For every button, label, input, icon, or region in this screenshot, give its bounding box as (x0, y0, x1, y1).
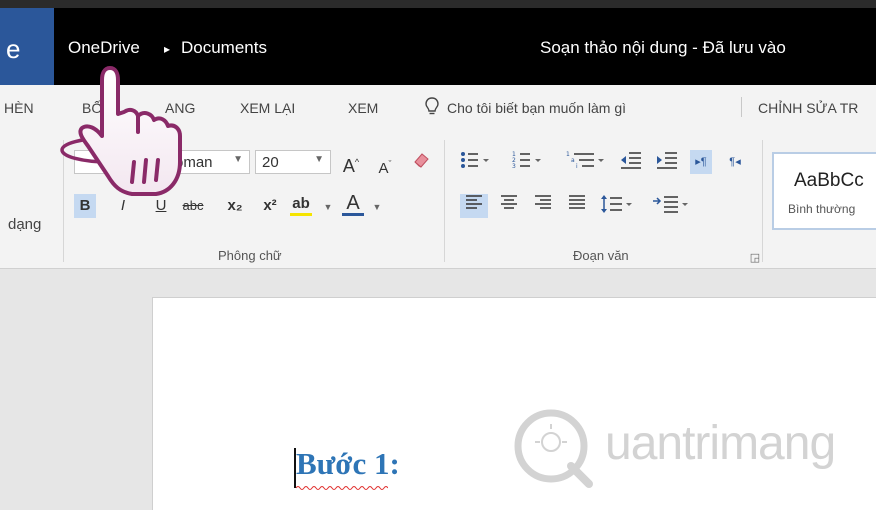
app-launcher-tile[interactable]: e (0, 8, 54, 85)
chevron-down-icon: ▼ (314, 154, 324, 165)
app-letter: e (6, 34, 21, 64)
tab-review[interactable]: XEM LẠI (240, 100, 295, 116)
tell-me-box[interactable]: Cho tôi biết bạn muốn làm gì (425, 97, 626, 117)
document-title[interactable]: Soạn thảo nội dung - Đã lưu vào (540, 38, 786, 58)
paragraph-spacing-icon (653, 196, 688, 213)
tab-view[interactable]: XEM (348, 100, 378, 116)
watermark-logo-icon (514, 409, 593, 488)
line-spacing-button[interactable] (600, 194, 634, 218)
multilevel-list-icon: 1ai (566, 151, 604, 170)
eraser-icon (414, 153, 429, 168)
grow-font-label: A (342, 156, 355, 176)
font-size-value: 20 (262, 154, 279, 171)
watermark: uantrimang (509, 404, 849, 494)
bullets-button[interactable] (460, 150, 490, 174)
decrease-indent-button[interactable] (620, 150, 642, 174)
svg-text:3: 3 (512, 163, 516, 170)
subscript-button[interactable]: x₂ (224, 194, 246, 218)
tab-edit-in-word[interactable]: CHỈNH SỬA TR (758, 100, 858, 116)
justify-icon (569, 195, 585, 209)
document-heading[interactable]: Bước 1: (296, 446, 400, 482)
hand-pointer-icon (60, 66, 182, 196)
paragraph-spacing-button[interactable] (652, 194, 692, 218)
tab-insert[interactable]: HÈN (4, 100, 34, 116)
justify-button[interactable] (566, 194, 588, 218)
spellcheck-underline (296, 486, 388, 490)
shrink-font-button[interactable]: Aˇ (374, 152, 396, 177)
grow-font-button[interactable]: A^ (340, 150, 362, 176)
paragraph-group-label: Đoạn văn (573, 248, 629, 263)
chevron-down-icon: ▼ (323, 202, 333, 212)
breadcrumb-separator-icon: ▸ (164, 42, 171, 56)
style-name: Bình thường (788, 202, 856, 216)
align-left-button[interactable] (460, 194, 488, 218)
breadcrumb-onedrive[interactable]: OneDrive (68, 38, 140, 58)
decrease-indent-icon (621, 152, 641, 169)
styles-left-label: dạng (8, 216, 42, 233)
top-strip (0, 0, 876, 8)
document-page[interactable]: Bước 1: uantrimang (152, 297, 876, 510)
superscript-button[interactable]: x² (259, 194, 281, 218)
rtl-button[interactable]: ¶◂ (724, 150, 746, 174)
style-normal[interactable]: AaBbCc Bình thường (772, 152, 876, 230)
tell-me-text: Cho tôi biết bạn muốn làm gì (447, 100, 626, 116)
multilevel-list-button[interactable]: 1ai (566, 150, 606, 174)
tab-divider (741, 97, 742, 117)
increase-indent-button[interactable] (656, 150, 678, 174)
svg-text:1: 1 (566, 151, 570, 158)
shrink-font-label: A (378, 160, 389, 177)
increase-indent-icon (657, 152, 677, 169)
lightbulb-icon (425, 97, 439, 115)
highlight-label: ab (292, 195, 310, 212)
numbering-button[interactable]: 123 (512, 150, 542, 174)
align-right-button[interactable] (532, 194, 554, 218)
align-center-button[interactable] (498, 194, 520, 218)
align-left-icon (466, 195, 482, 209)
font-color-button[interactable]: A (342, 192, 364, 216)
chevron-down-icon: ▼ (233, 154, 243, 165)
watermark-text: uantrimang (605, 417, 836, 470)
align-right-icon (535, 195, 551, 209)
clear-format-button[interactable] (410, 150, 432, 174)
line-spacing-icon (601, 195, 632, 213)
numbered-list-icon: 123 (512, 151, 541, 170)
breadcrumb-documents[interactable]: Documents (181, 38, 267, 58)
highlight-dropdown[interactable]: ▼ (317, 194, 339, 218)
chevron-down-icon: ▼ (372, 202, 382, 212)
font-group-label: Phông chữ (218, 248, 282, 263)
ltr-button[interactable]: ▸¶ (690, 150, 712, 174)
svg-text:a: a (571, 157, 575, 164)
style-sample: AaBbCc (794, 170, 864, 191)
group-divider (444, 140, 445, 262)
svg-text:i: i (576, 163, 578, 170)
highlight-button[interactable]: ab (290, 194, 312, 216)
align-center-icon (501, 195, 517, 209)
group-divider (762, 140, 763, 262)
document-canvas[interactable]: Bước 1: uantrimang (0, 269, 876, 510)
font-size-combo[interactable]: 20 ▼ (255, 150, 331, 174)
font-color-dropdown[interactable]: ▼ (366, 194, 388, 218)
bullet-list-icon (461, 152, 489, 168)
